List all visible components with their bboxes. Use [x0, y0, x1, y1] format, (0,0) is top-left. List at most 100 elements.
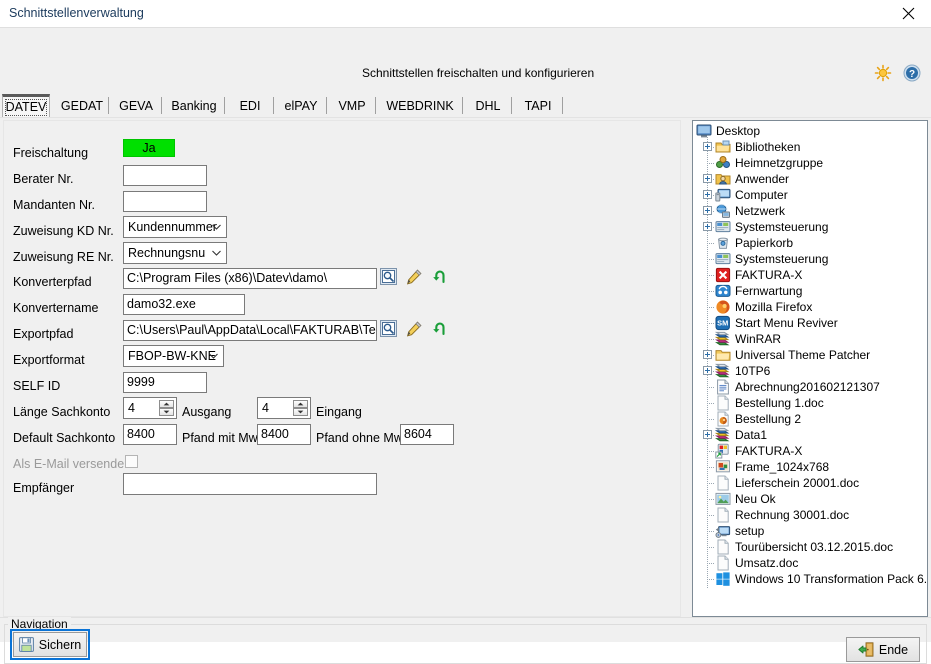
tree-item[interactable]: SM Start Menu Reviver [693, 315, 927, 331]
tree-item[interactable]: Fernwartung [693, 283, 927, 299]
tab-elpay[interactable]: elPAY [275, 94, 327, 118]
tab-separator [375, 97, 376, 114]
blank-document-icon [717, 475, 729, 491]
pencil-edit-icon [406, 269, 422, 285]
laenge-sachkonto-ausgang-stepper[interactable]: 4 [123, 397, 177, 419]
caret-up-icon [163, 402, 170, 406]
tab-label: elPAY [284, 99, 318, 113]
tab-datev[interactable]: DATEV [2, 94, 50, 118]
windows-logo-icon [716, 572, 730, 586]
tree-item-label: Desktop [716, 124, 761, 138]
chevron-down-icon [212, 250, 221, 256]
tree-item[interactable]: Universal Theme Patcher [693, 347, 927, 363]
berater-nr-input[interactable] [123, 165, 207, 186]
browse-folder-icon [380, 320, 397, 337]
tree-item[interactable]: Bestellung 1.doc [693, 395, 927, 411]
pfand-ohne-mwst-input[interactable]: 8604 [400, 424, 454, 445]
tab-banking[interactable]: Banking [163, 94, 225, 118]
save-button-label: Sichern [38, 637, 82, 652]
setup-installer-icon [715, 526, 731, 538]
pfand-mit-mwst-input[interactable]: 8400 [257, 424, 311, 445]
close-button[interactable] [885, 0, 931, 27]
help-button[interactable]: ? [903, 64, 921, 82]
tab-gedat[interactable]: GEDAT [55, 94, 109, 118]
default-sachkonto-input[interactable]: 8400 [123, 424, 177, 445]
tree-item[interactable]: FAKTURA-X [693, 443, 927, 459]
stepper-buttons[interactable] [293, 400, 308, 416]
exportformat-select[interactable]: FBOP-BW-KNE [123, 345, 224, 367]
sun-icon [874, 64, 892, 82]
tree-item-label: Rechnung 30001.doc [735, 508, 850, 522]
homegroup-icon [715, 155, 731, 171]
monitor-desktop-icon [696, 123, 712, 139]
select-value: FBOP-BW-KNE [128, 349, 216, 363]
folder-icon [715, 347, 731, 363]
label-eingang: Eingang [316, 405, 362, 419]
shortcut-app-icon [715, 443, 731, 459]
folder-tree-panel[interactable]: Desktop Bibliotheken Heimnetzgruppe Anwende… [692, 120, 928, 617]
tree-item-label: FAKTURA-X [735, 444, 803, 458]
tree-item[interactable]: Anwender [693, 171, 927, 187]
tab-edi[interactable]: EDI [226, 94, 274, 118]
tree-item[interactable]: Umsatz.doc [693, 555, 927, 571]
zuweisung-re-nr-select[interactable]: Rechnungsnumm [123, 242, 227, 264]
exportpfad-edit-icon[interactable] [406, 321, 423, 338]
konverterpfad-browse-button[interactable] [380, 268, 397, 285]
tree-item[interactable]: Heimnetzgruppe [693, 155, 927, 171]
tree-item[interactable]: Windows 10 Transformation Pack 6.0 [693, 571, 927, 587]
tab-geva[interactable]: GEVA [110, 94, 162, 118]
stepper-up-button[interactable] [293, 400, 308, 408]
tree-item[interactable]: Frame_1024x768 [693, 459, 927, 475]
tree-item[interactable]: Computer [693, 187, 927, 203]
self-id-input[interactable]: 9999 [123, 372, 207, 393]
window-title: Schnittstellenverwaltung [9, 6, 144, 20]
tree-item[interactable]: setup [693, 523, 927, 539]
als-email-checkbox[interactable] [125, 455, 138, 468]
konvertername-input[interactable]: damo32.exe [123, 294, 245, 315]
tree-item[interactable]: Bibliotheken [693, 139, 927, 155]
laenge-sachkonto-eingang-stepper[interactable]: 4 [257, 397, 311, 419]
stepper-down-button[interactable] [159, 408, 174, 416]
mandanten-nr-input[interactable] [123, 191, 207, 212]
tree-item[interactable]: FAKTURA-X [693, 267, 927, 283]
exit-door-icon [858, 642, 874, 657]
tree-item[interactable]: Netzwerk [693, 203, 927, 219]
stepper-down-button[interactable] [293, 408, 308, 416]
tree-item[interactable]: Neu Ok [693, 491, 927, 507]
tab-vmp[interactable]: VMP [328, 94, 376, 118]
exportpfad-input[interactable]: C:\Users\Paul\AppData\Local\FAKTURAB\Tem… [123, 320, 377, 341]
tab-tapi[interactable]: TAPI [513, 94, 563, 118]
tree-item[interactable]: Desktop [693, 123, 927, 139]
konverterpfad-input[interactable]: C:\Program Files (x86)\Datev\damo\ [123, 268, 377, 289]
tree-item[interactable]: Systemsteuerung [693, 219, 927, 235]
tree-item[interactable]: Data1 [693, 427, 927, 443]
empfaenger-input[interactable] [123, 473, 377, 495]
tree-item[interactable]: Mozilla Firefox [693, 299, 927, 315]
tree-item[interactable]: Lieferschein 20001.doc [693, 475, 927, 491]
tree-item[interactable]: Papierkorb [693, 235, 927, 251]
tab-dhl[interactable]: DHL [464, 94, 512, 118]
tree-item[interactable]: Rechnung 30001.doc [693, 507, 927, 523]
tree-item[interactable]: Abrechnung201602121307 [693, 379, 927, 395]
konverterpfad-edit-icon[interactable] [406, 269, 423, 286]
save-button[interactable]: Sichern [10, 629, 90, 660]
tree-item[interactable]: WinRAR [693, 331, 927, 347]
stepper-buttons[interactable] [159, 400, 174, 416]
konverterpfad-reset-icon[interactable] [431, 269, 448, 286]
tree-item[interactable]: 10TP6 [693, 363, 927, 379]
tree-item[interactable]: Tourübersicht 03.12.2015.doc [693, 539, 927, 555]
exportpfad-reset-icon[interactable] [431, 321, 448, 338]
exportpfad-browse-button[interactable] [380, 320, 397, 337]
stepper-up-button[interactable] [159, 400, 174, 408]
tree-item[interactable]: Systemsteuerung [693, 251, 927, 267]
exit-button[interactable]: Ende [846, 637, 920, 662]
tab-webdrink[interactable]: WEBDRINK [377, 94, 463, 118]
settings-button[interactable] [874, 64, 892, 82]
zuweisung-kd-nr-select[interactable]: Kundennummer [123, 216, 227, 238]
freischaltung-toggle[interactable]: Ja [123, 139, 175, 157]
tree-item-label: Data1 [735, 428, 768, 442]
help-icon: ? [903, 64, 921, 82]
tab-strip: DATEV GEDAT GEVA Banking EDI elPAY VMP W… [0, 94, 931, 118]
remote-support-icon [715, 284, 731, 297]
tree-item[interactable]: Bestellung 2 [693, 411, 927, 427]
